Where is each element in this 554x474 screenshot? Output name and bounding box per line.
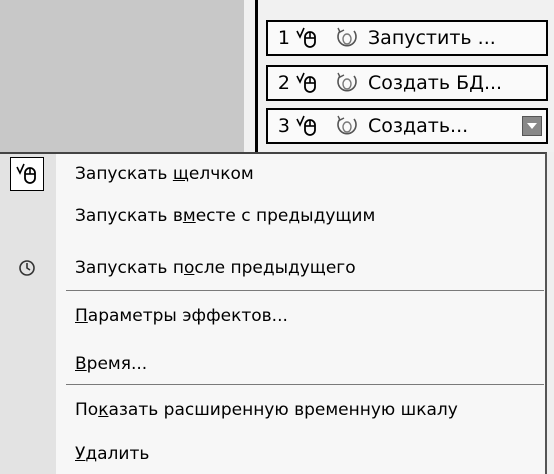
menu-item-timing[interactable]: Время... bbox=[0, 344, 545, 384]
menu-separator bbox=[66, 290, 544, 291]
mouse-click-icon bbox=[16, 163, 36, 184]
animation-item-label: Запустить ... bbox=[368, 27, 496, 49]
chevron-down-icon bbox=[527, 123, 537, 129]
animation-item-number: 1 bbox=[277, 27, 290, 49]
menu-item-label: Время... bbox=[75, 354, 148, 374]
menu-item-label: Запускать после предыдущего bbox=[75, 258, 356, 278]
menu-item-start-with-previous[interactable]: Запускать вместе с предыдущим bbox=[0, 196, 545, 236]
menu-item-label: Параметры эффектов... bbox=[75, 306, 288, 326]
animation-item-label: Создать... bbox=[368, 115, 469, 137]
menu-separator bbox=[66, 384, 544, 385]
background-slide-area bbox=[0, 0, 244, 152]
menu-item-label: Запускать вместе с предыдущим bbox=[75, 206, 376, 226]
menu-item-start-after-previous[interactable]: Запускать после предыдущего bbox=[0, 248, 545, 288]
dropdown-button[interactable] bbox=[522, 116, 542, 136]
menu-item-label: Запускать щелчком bbox=[75, 164, 254, 184]
menu-item-start-on-click[interactable]: Запускать щелчком bbox=[0, 154, 545, 194]
checked-indicator bbox=[10, 157, 44, 191]
animation-item-2[interactable]: 2 Создать БД... bbox=[266, 65, 548, 101]
scrollbar-track bbox=[547, 152, 554, 474]
pane-divider bbox=[255, 0, 258, 152]
animation-item-3[interactable]: 3 Создать... bbox=[266, 108, 548, 144]
menu-item-remove[interactable]: Удалить bbox=[0, 434, 545, 474]
context-menu: Запускать щелчком Запускать вместе с пре… bbox=[0, 152, 547, 474]
mouse-click-icon bbox=[296, 115, 316, 136]
clock-icon-slot bbox=[10, 251, 44, 285]
animation-item-number: 2 bbox=[277, 72, 290, 94]
menu-item-label: Удалить bbox=[75, 444, 150, 464]
menu-item-effect-options[interactable]: Параметры эффектов... bbox=[0, 296, 545, 336]
menu-item-show-advanced-timeline[interactable]: Показать расширенную временную шкалу bbox=[0, 390, 545, 430]
spin-effect-icon bbox=[337, 72, 357, 92]
spin-effect-icon bbox=[337, 27, 357, 47]
mouse-click-icon bbox=[296, 27, 316, 48]
animation-item-1[interactable]: 1 Запустить ... bbox=[266, 20, 548, 56]
clock-icon bbox=[19, 260, 35, 276]
menu-item-label: Показать расширенную временную шкалу bbox=[75, 400, 458, 420]
animation-item-label: Создать БД... bbox=[368, 72, 503, 94]
spin-effect-icon bbox=[337, 115, 357, 135]
animation-item-number: 3 bbox=[277, 115, 290, 137]
mouse-click-icon bbox=[296, 72, 316, 93]
